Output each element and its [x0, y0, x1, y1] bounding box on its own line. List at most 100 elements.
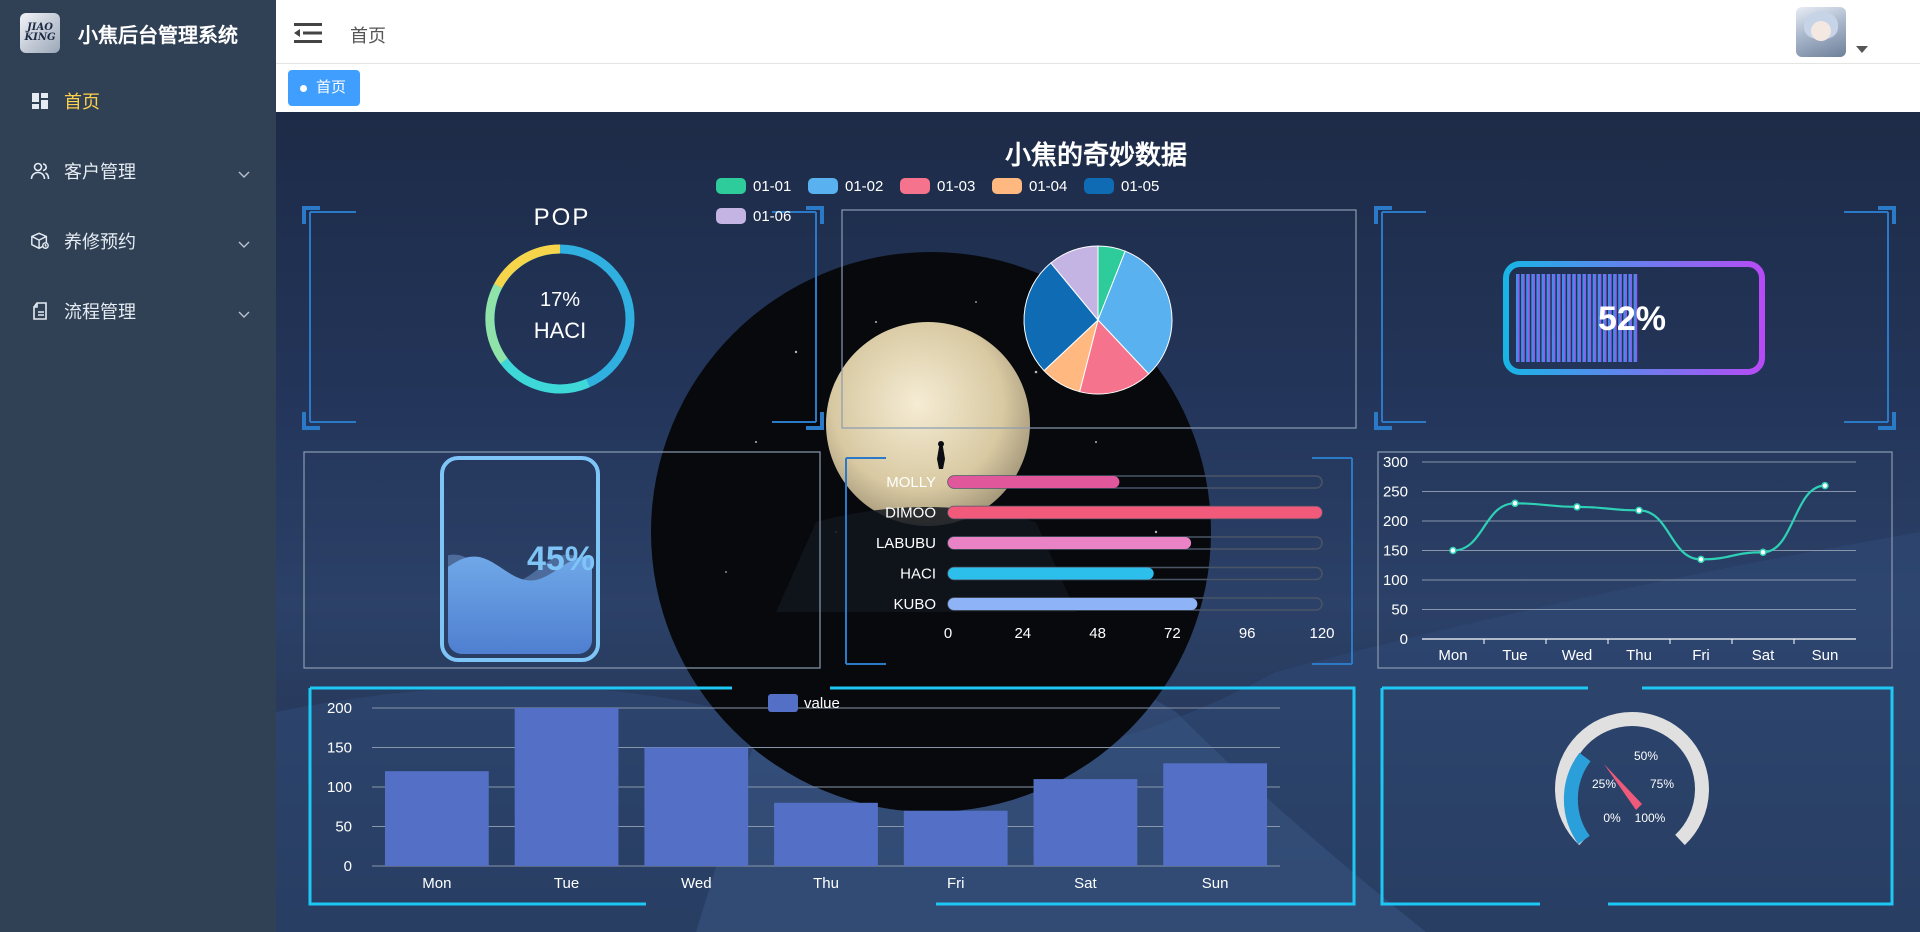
hamburger-icon[interactable]	[294, 22, 322, 49]
pie-legend-swatch	[716, 208, 746, 224]
battery-segment	[1572, 274, 1576, 362]
line-y-tick-label: 200	[1383, 513, 1408, 530]
sidebar-item-label: 养修预约	[64, 232, 136, 252]
hbar-category-label: KUBO	[893, 596, 936, 613]
gauge-tick-100: 100%	[1635, 811, 1666, 825]
battery-label: 52%	[1598, 300, 1666, 338]
pie-legend-label: 01-04	[1029, 178, 1067, 195]
battery-segment	[1546, 274, 1551, 362]
battery-segment	[1582, 274, 1587, 362]
line-y-tick-label: 250	[1383, 484, 1408, 501]
bar	[1033, 779, 1138, 866]
pie-legend-label: 01-01	[753, 178, 791, 195]
sidebar-item-label: 首页	[64, 92, 100, 112]
logo-text-line2: KING	[24, 32, 56, 43]
bar-legend-label: value	[804, 695, 840, 712]
sidebar-item-customers[interactable]: 客户管理	[0, 136, 276, 206]
battery-segment	[1577, 274, 1581, 362]
figure-head	[938, 441, 944, 447]
pie-legend-label: 01-05	[1121, 178, 1159, 195]
sidebar-item-maintenance[interactable]: 养修预约	[0, 206, 276, 276]
pie-legend-swatch	[1084, 178, 1114, 194]
battery-segment	[1526, 274, 1530, 362]
bar-y-tick-label: 200	[327, 700, 352, 717]
line-point	[1759, 548, 1767, 557]
bar	[903, 810, 1008, 866]
line-y-tick-label: 300	[1383, 454, 1408, 471]
pie-legend-label: 01-06	[753, 208, 791, 225]
pie-legend-swatch	[808, 178, 838, 194]
line-y-tick-label: 50	[1391, 602, 1408, 619]
line-x-tick-label: Sun	[1812, 647, 1839, 664]
users-icon	[30, 161, 50, 181]
bar	[774, 802, 878, 866]
bar-x-tick-label: Sun	[1202, 875, 1229, 892]
bar	[1163, 763, 1268, 866]
sidebar-item-workflow[interactable]: 流程管理	[0, 276, 276, 346]
bar-x-tick-label: Fri	[947, 875, 965, 892]
pie-legend-swatch	[992, 178, 1022, 194]
hbar-category-label: LABUBU	[876, 535, 936, 552]
battery-segment	[1567, 274, 1571, 362]
hbar-bar	[948, 506, 1322, 519]
battery-segment	[1587, 274, 1592, 362]
caret-down-icon[interactable]	[1856, 46, 1868, 53]
battery-segment	[1592, 274, 1597, 362]
dashboard-canvas: 小焦的奇妙数据 POP 17% HACI 01-01 01-02 01-03 0…	[276, 140, 1920, 932]
brand: JIAO KING 小焦后台管理系统	[0, 0, 276, 66]
app-title: 小焦后台管理系统	[78, 24, 238, 47]
gauge-tick-50: 50%	[1634, 749, 1658, 763]
line-point	[1821, 481, 1829, 490]
sidebar: JIAO KING 小焦后台管理系统 首页 客户管理 养修预约 流程管理	[0, 0, 276, 932]
breadcrumb[interactable]: 首页	[350, 22, 386, 48]
battery-segment	[1516, 274, 1520, 362]
dashboard: 小焦的奇妙数据 POP 17% HACI 01-01 01-02 01-03 0…	[276, 112, 1920, 932]
pop-ring-segment-yellow	[494, 244, 561, 289]
hbar-bar	[948, 537, 1192, 549]
line-point	[1511, 499, 1519, 508]
flow-icon	[30, 301, 50, 321]
sidebar-item-label: 客户管理	[64, 162, 136, 182]
gauge-tick-0: 0%	[1603, 811, 1621, 825]
hbar-tick-label: 96	[1239, 625, 1256, 642]
battery-segment	[1521, 274, 1525, 362]
sidebar-item-home[interactable]: 首页	[0, 66, 276, 136]
tag-home[interactable]: 首页	[288, 70, 361, 106]
bar-legend-swatch	[768, 694, 798, 712]
bar-x-tick-label: Tue	[554, 875, 579, 892]
hbar-category-label: DIMOO	[885, 505, 936, 522]
pie-legend-swatch	[900, 178, 930, 194]
line-x-tick-label: Thu	[1626, 647, 1652, 664]
hbar-bar	[948, 598, 1198, 610]
line-x-tick-label: Mon	[1438, 647, 1467, 664]
line-x-tick-label: Wed	[1562, 647, 1593, 664]
hbar-tick-label: 0	[944, 625, 952, 642]
line-point	[1635, 506, 1643, 515]
battery-segment	[1556, 274, 1561, 362]
top-header: 首页	[276, 0, 1920, 64]
pop-title: POP	[534, 204, 591, 231]
tags-view: 首页	[276, 64, 1920, 112]
hbar-bar	[948, 567, 1154, 580]
sidebar-item-label: 流程管理	[64, 302, 136, 322]
line-x-tick-label: Sat	[1752, 647, 1775, 664]
line-y-tick-label: 0	[1400, 631, 1408, 648]
bar-x-tick-label: Thu	[813, 875, 839, 892]
pop-name: HACI	[534, 318, 587, 343]
line-point	[1449, 546, 1457, 555]
hbar-tick-label: 48	[1089, 625, 1106, 642]
dashboard-title: 小焦的奇妙数据	[1005, 140, 1187, 170]
pop-ring-segment-cyan	[500, 358, 590, 394]
line-point	[1697, 555, 1705, 564]
chevron-down-icon	[238, 303, 250, 324]
bar-y-tick-label: 0	[344, 858, 352, 875]
hbar-tick-label: 120	[1309, 625, 1334, 642]
liquid-label: 45%	[527, 540, 595, 578]
bar-x-tick-label: Wed	[681, 875, 712, 892]
hbar-tick-label: 72	[1164, 625, 1181, 642]
hbar-tick-label: 24	[1014, 625, 1031, 642]
gauge-tick-75: 75%	[1650, 777, 1674, 791]
avatar[interactable]	[1796, 7, 1846, 57]
line-y-tick-label: 100	[1383, 572, 1408, 589]
bar	[644, 747, 749, 866]
